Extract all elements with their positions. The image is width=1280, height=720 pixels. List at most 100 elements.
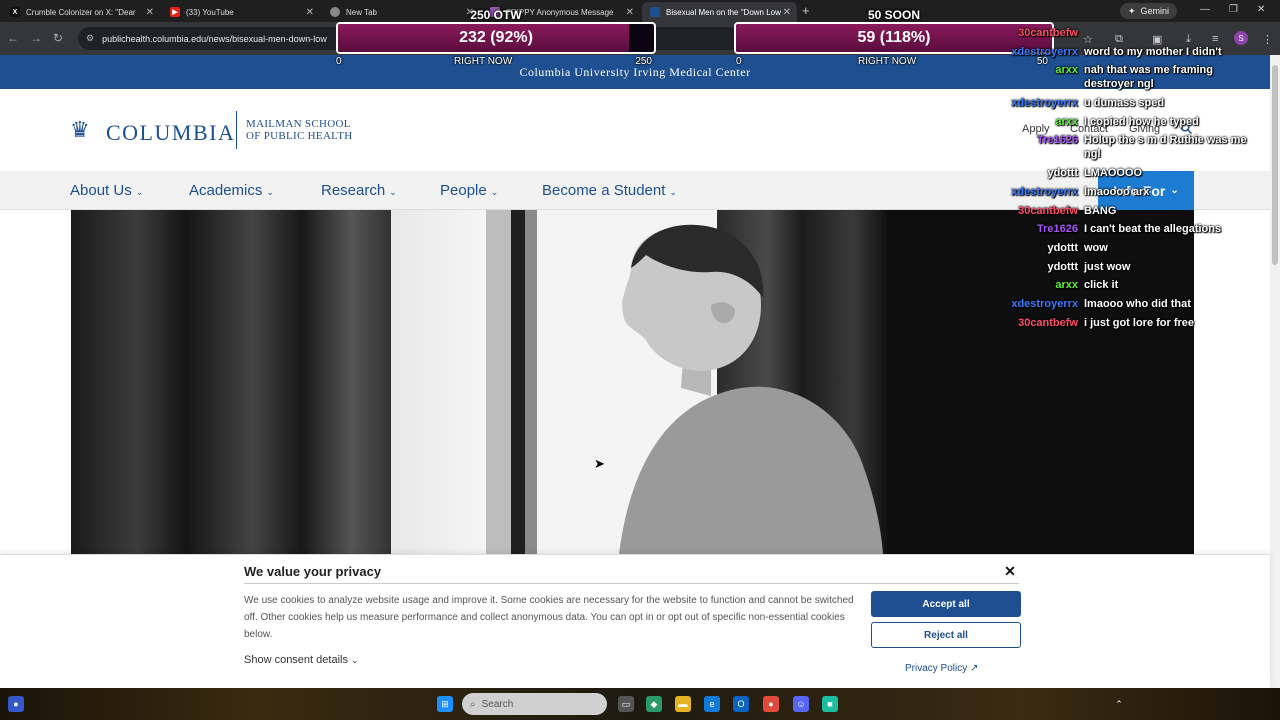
chat-username: 30cantbefw [1018,204,1078,217]
close-tab-icon[interactable]: ✕ [146,7,154,18]
chat-message: ydottt just wow [980,260,1260,274]
chat-message: arxx nah that was me framing destroyer ng… [980,63,1260,91]
policy-label: Privacy Policy [905,663,968,674]
chat-username: ydottt [1047,241,1078,254]
cookie-description: We use cookies to analyze website usage … [244,595,854,640]
chevron-down-icon: ⌄ [135,187,144,197]
goal-caption: RIGHT NOW [454,56,513,67]
scrollbar-thumb[interactable] [1272,65,1278,265]
chat-message: xdestroyerrx u dumass sped [980,96,1260,110]
cookie-divider [244,583,1019,584]
minimize-icon[interactable]: — [1200,4,1210,15]
chat-message: xdestroyerrx lmaooo who did that [980,297,1260,311]
file-explorer-icon[interactable]: ▬ [675,696,691,712]
app-icon[interactable]: ■ [822,696,838,712]
edge-icon[interactable]: e [704,696,720,712]
nav-label: About Us [70,182,132,199]
back-arrow-icon[interactable]: ← [7,31,19,45]
school-name[interactable]: MAILMAN SCHOOL OF PUBLIC HEALTH [246,118,352,142]
chat-username: ydottt [1047,167,1078,180]
show-consent-details-link[interactable]: Show consent details ⌄ [244,654,359,666]
external-link-icon: ↗ [970,663,979,674]
chat-text: u dumass sped [1084,97,1165,110]
nav-label: Research [321,182,386,199]
gemini-label: Gemini [1140,6,1170,16]
discord-icon[interactable]: ☺ [793,696,809,712]
chat-text: I can't beat the allegations [1084,223,1222,236]
chat-username: arxx [1055,279,1078,292]
chevron-down-icon: ⌄ [490,187,499,197]
goal-min: 0 [336,56,342,67]
tab-label: Crumble Colonizer on X: "Dear [26,7,136,17]
youtube-icon: ▶ [170,7,180,17]
privacy-policy-link[interactable]: Privacy Policy ↗ [905,663,978,674]
goal-title: 50 SOON [867,8,921,22]
chat-text: just wow [1084,260,1131,273]
url-text: publichealth.columbia.edu/news/bisexual-… [102,33,327,44]
chat-text: lmaooo who did that [1084,297,1191,310]
nav-become-a-student[interactable]: Become a Student ⌄ [542,182,677,199]
chat-username: ydottt [1047,260,1078,273]
chevron-down-icon: ⌄ [266,187,274,197]
reload-icon[interactable]: ↻ [53,31,63,45]
chat-username: xdestroyerrx [1011,97,1078,110]
chrome-taskbar-icon[interactable]: ● [763,696,779,712]
chat-username: Tre1626 [1037,134,1078,147]
task-view-icon[interactable]: ▭ [618,696,634,712]
tab-label: (33) YouTube [186,7,234,17]
chevron-down-icon: ⌄ [351,655,359,665]
chat-message: ydottt wow [980,241,1260,255]
chat-text: nah that was me framing destroyer ngl [1084,64,1213,91]
chat-text [1084,26,1254,40]
chat-username: 30cantbefw [1018,27,1078,39]
goal-value: 232 (92%) [459,29,533,46]
widgets-icon[interactable]: ● [8,696,24,712]
mouse-cursor-icon: ➤ [594,456,605,471]
nav-about-us[interactable]: About Us ⌄ [70,182,143,199]
x-logo-icon: X [10,7,20,17]
goal-caption: RIGHT NOW [858,56,917,67]
chat-text: LMAOOOO [1084,167,1143,180]
close-icon[interactable]: ✕ [1004,564,1016,578]
chat-message: xdestroyerrx word to my mother I didn't [980,45,1260,59]
chat-text: wow [1084,241,1108,254]
nav-label: People [440,182,487,199]
forward-arrow-icon[interactable]: → [30,31,42,45]
gemini-button[interactable]: ✦ Gemini [1120,3,1178,19]
accept-all-button[interactable]: Accept all [871,591,1021,617]
chat-message: ydottt LMAOOOO [980,166,1260,180]
goal-max: 250 [635,56,652,67]
windows-taskbar: ● ⊞ ⌕ Search ▭ ◆ ▬ e O ● ☺ ■ ⌃ [0,688,1280,720]
nav-research[interactable]: Research ⌄ [321,182,397,199]
nav-people[interactable]: People ⌄ [440,182,498,199]
browser-tab[interactable]: X Crumble Colonizer on X: "Dear ✕ [2,2,160,22]
taskbar-search-placeholder: Search [481,698,514,710]
chat-message: Tre1626 I can't beat the allegations [980,222,1260,236]
close-tab-icon[interactable]: ✕ [306,7,314,18]
logo-divider [236,111,237,149]
chat-message: xdestroyerrx lmaoooo arx [980,185,1260,199]
goal-min: 0 [736,56,742,67]
windows-start-icon[interactable]: ⊞ [437,696,453,712]
site-info-icon[interactable]: ⚙ [86,33,94,44]
chat-username: Tre1626 [1037,223,1078,236]
browser-tab[interactable]: ▶ (33) YouTube ✕ [162,2,320,22]
copilot-icon[interactable]: ◆ [646,696,662,712]
chat-username: arxx [1055,64,1078,77]
stream-chat-overlay: 30cantbefw xdestroyerrx word to my mother … [980,26,1260,334]
page-scrollbar[interactable] [1270,55,1280,688]
chat-username: xdestroyerrx [1011,45,1078,58]
network-icon[interactable]: ⌃ [1111,696,1127,712]
menu-kebab-icon[interactable]: ⋮ [1262,33,1273,46]
restore-icon[interactable]: ❐ [1229,4,1238,15]
columbia-crown-icon[interactable]: ♛ [70,117,90,143]
cookie-consent-banner: We value your privacy ✕ We use cookies t… [0,554,1270,688]
taskbar-search[interactable]: ⌕ Search [462,693,607,715]
reject-all-button[interactable]: Reject all [871,622,1021,648]
nav-academics[interactable]: Academics ⌄ [189,182,274,199]
outlook-icon[interactable]: O [733,696,749,712]
columbia-wordmark[interactable]: COLUMBIA [106,120,235,146]
close-window-icon[interactable]: ✕ [1257,4,1265,15]
search-icon: ⌕ [470,698,476,710]
chat-message: 30cantbefw i just got lore for free [980,316,1260,330]
